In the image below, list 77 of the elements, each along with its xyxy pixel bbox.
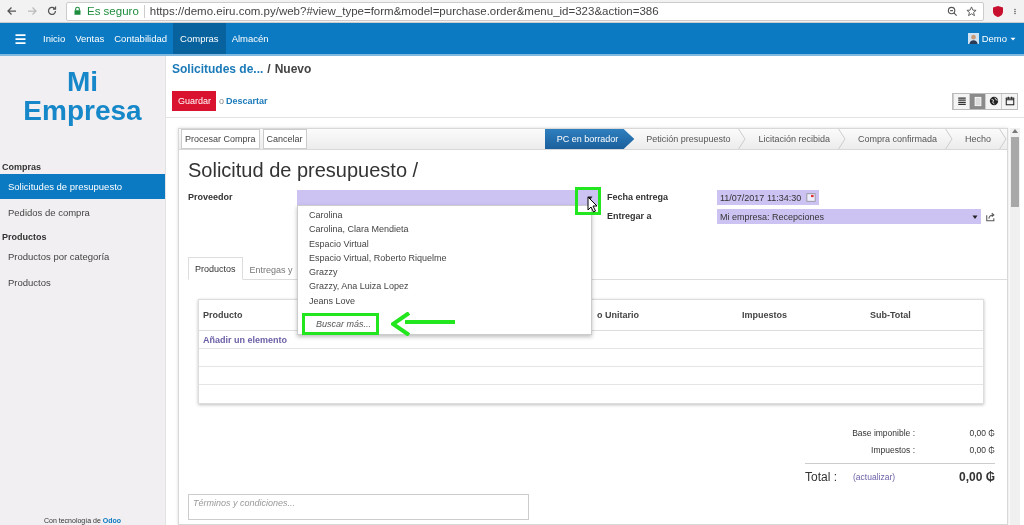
scrollbar[interactable] xyxy=(1010,128,1020,525)
date-field[interactable]: 11/07/2017 11:34:30 xyxy=(717,190,819,205)
or-text: o xyxy=(219,96,224,106)
save-button[interactable]: Guardar xyxy=(172,91,216,111)
nav-item[interactable]: Contabilidad xyxy=(110,23,172,54)
tab[interactable]: Entregas y xyxy=(242,259,300,280)
external-link-icon[interactable] xyxy=(985,211,996,222)
sidebar-item[interactable]: Productos por categoría xyxy=(0,244,165,269)
sidebar-item[interactable]: Pedidos de compra xyxy=(0,200,165,225)
view-button[interactable] xyxy=(985,93,1001,109)
stage-step[interactable]: PC en borrador xyxy=(544,129,635,149)
field-label: Fecha entrega xyxy=(607,191,670,202)
column-header: Producto xyxy=(202,310,244,320)
form-title: Solicitud de presupuesto / xyxy=(188,158,420,183)
breadcrumb-link[interactable]: Solicitudes de... xyxy=(172,62,264,82)
grand-total-label: Total : xyxy=(805,470,837,484)
zoom-icon[interactable] xyxy=(947,5,958,17)
column-header: o Unitario xyxy=(596,310,640,320)
field-label: Proveedor xyxy=(188,191,234,202)
user-menu[interactable]: Demo xyxy=(967,23,1016,54)
back-icon[interactable] xyxy=(6,5,18,17)
star-icon[interactable] xyxy=(966,5,977,17)
nav-item[interactable]: Inicio xyxy=(39,23,70,54)
menu-section-title: Compras xyxy=(1,162,42,174)
search-more-link[interactable]: Buscar más... xyxy=(316,318,371,331)
pointer-arrow xyxy=(391,312,457,336)
dropdown-option[interactable]: Espacio Virtual xyxy=(298,236,591,251)
total-label: Base imponible : xyxy=(851,427,915,438)
lock-icon xyxy=(73,6,82,16)
dropdown-option[interactable]: Grazzy, Ana Luiza Lopez xyxy=(298,279,591,294)
dropdown-option[interactable]: Jeans Love xyxy=(298,293,591,309)
avatar-icon xyxy=(967,33,979,44)
sidebar-item[interactable]: Solicitudes de presupuesto xyxy=(0,174,165,199)
shield-icon[interactable] xyxy=(992,4,1004,18)
security-label: Es seguro xyxy=(87,5,139,17)
sidebar-item[interactable]: Productos xyxy=(0,270,165,295)
form-icon xyxy=(972,95,983,107)
menu-section-title: Productos xyxy=(1,232,48,244)
nav-item[interactable]: Ventas xyxy=(71,23,109,54)
menu-icon[interactable] xyxy=(14,32,27,45)
add-item-link[interactable]: Añadir un elemento xyxy=(203,334,287,345)
supplier-field[interactable] xyxy=(297,190,599,205)
url-text: https://demo.eiru.com.py/web?#view_type=form&model=purchase.order&menu_id=323&action=386 xyxy=(149,5,659,17)
terms-field[interactable]: Términos y condiciones... xyxy=(188,494,529,520)
action-button[interactable]: Procesar Compra xyxy=(181,129,260,149)
view-button[interactable] xyxy=(953,93,969,109)
total-value: 0,00 ₲ xyxy=(968,444,995,455)
select-field[interactable]: Mi empresa: Recepciones xyxy=(717,209,981,224)
discard-link[interactable]: Descartar xyxy=(226,96,268,106)
breadcrumb-current: Nuevo xyxy=(274,62,312,78)
nav-item[interactable]: Compras xyxy=(173,23,226,54)
calendar-icon[interactable] xyxy=(806,193,816,202)
dropdown-option[interactable]: Espacio Virtual, Roberto Riquelme xyxy=(298,250,591,266)
globe-icon xyxy=(988,96,999,106)
nav-item[interactable]: Almacén xyxy=(227,23,273,54)
reload-icon[interactable] xyxy=(46,5,58,17)
scroll-up-icon[interactable] xyxy=(1012,128,1018,133)
caret-icon xyxy=(1010,35,1016,42)
address-bar[interactable]: Es seguro https://demo.eiru.com.py/web?#view_type=form&model=purchase.order&menu_id=323&action=386 xyxy=(66,1,984,21)
column-header: Sub-Total xyxy=(869,310,912,320)
column-header: Impuestos xyxy=(741,310,788,320)
dropdown-option[interactable]: Grazzy xyxy=(298,265,591,280)
total-label: Impuestos : xyxy=(870,444,915,455)
grand-total-value: 0,00 ₲ xyxy=(958,470,995,484)
view-button[interactable] xyxy=(1001,93,1017,109)
tab[interactable]: Productos xyxy=(188,257,243,280)
action-button[interactable]: Cancelar xyxy=(262,129,307,149)
calendar-icon xyxy=(1004,96,1015,106)
caret-icon xyxy=(972,213,978,220)
breadcrumb-separator: / xyxy=(267,62,271,78)
total-value: 0,00 ₲ xyxy=(968,427,995,438)
update-link[interactable]: (actualizar) xyxy=(853,472,896,482)
scrollbar-thumb[interactable] xyxy=(1011,137,1019,207)
list-icon xyxy=(956,96,967,106)
company-logo: Mi Empresa xyxy=(22,65,143,128)
dropdown-option[interactable]: Carolina, Clara Mendieta xyxy=(298,222,591,237)
field-label: Entregar a xyxy=(607,210,653,221)
